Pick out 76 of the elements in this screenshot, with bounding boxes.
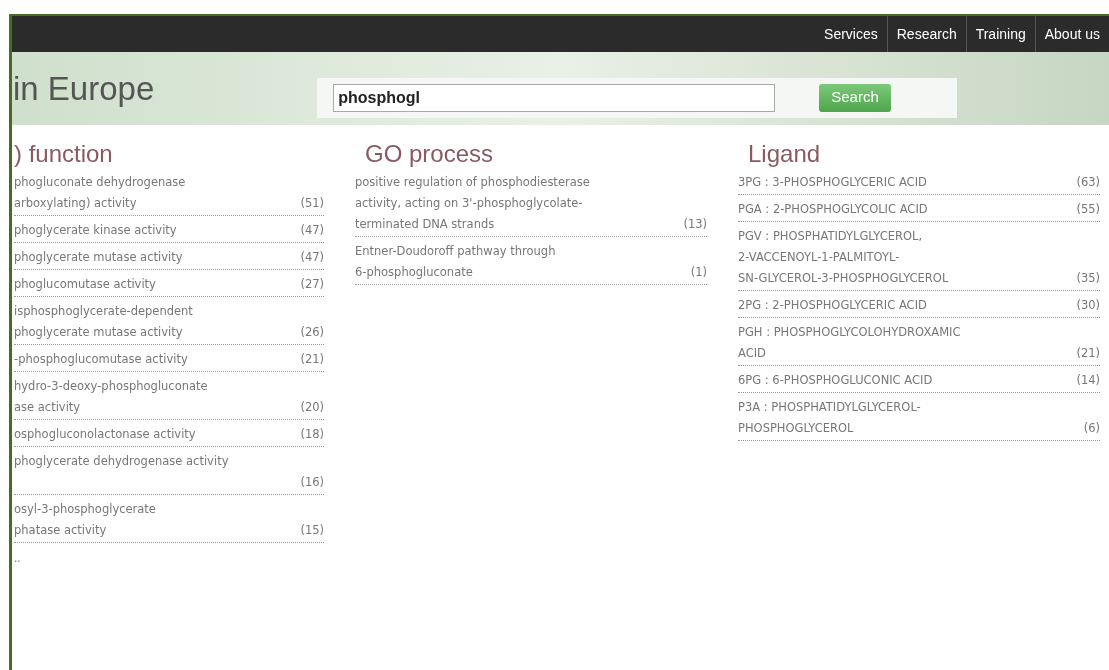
- item-count: (55): [1076, 201, 1100, 218]
- more-link[interactable]: ..: [14, 549, 324, 567]
- result-item[interactable]: 2PG : 2-PHOSPHOGLYCERIC ACID (30): [738, 291, 1100, 318]
- result-item[interactable]: osphogluconolactonase activity (18): [14, 420, 324, 447]
- result-item[interactable]: phoglycerate kinase activity (47): [14, 216, 324, 243]
- item-label: PGH : PHOSPHOGLYCOLOHYDROXAMIC: [738, 324, 961, 341]
- column-heading: Ligand: [748, 141, 822, 167]
- item-label: PGV : PHOSPHATIDYLGLYCEROL,: [738, 228, 923, 245]
- item-count: (15): [300, 522, 324, 539]
- item-count: (13): [683, 216, 707, 233]
- item-count: (21): [1076, 345, 1100, 362]
- item-count: (16): [300, 474, 324, 491]
- item-label: phoglycerate mutase activity: [14, 324, 183, 341]
- item-count: (14): [1076, 372, 1100, 389]
- item-label: hydro-3-deoxy-phosphogluconate: [14, 378, 208, 395]
- item-count: (6): [1083, 420, 1100, 437]
- result-item[interactable]: phogluconate dehydrogenase arboxylating) activity (51): [14, 168, 324, 216]
- item-label: 6-phosphogluconate: [355, 264, 473, 281]
- result-item[interactable]: phoglucomutase activity (27): [14, 270, 324, 297]
- item-label: positive regulation of phosphodiesterase: [355, 174, 590, 191]
- result-item[interactable]: osyl-3-phosphoglycerate phatase activity (15): [14, 495, 324, 543]
- item-count: (18): [300, 426, 324, 443]
- result-item[interactable]: PGA : 2-PHOSPHOGLYCOLIC ACID (55): [738, 195, 1100, 222]
- item-label: phoglucomutase activity: [14, 276, 156, 293]
- result-item[interactable]: 6PG : 6-PHOSPHOGLUCONIC ACID (14): [738, 366, 1100, 393]
- item-count: (26): [300, 324, 324, 341]
- item-label: 6PG : 6-PHOSPHOGLUCONIC ACID: [738, 372, 933, 389]
- item-count: (47): [300, 222, 324, 239]
- item-count: (1): [690, 264, 707, 281]
- item-label: osphogluconolactonase activity: [14, 426, 196, 443]
- item-label: SN-GLYCEROL-3-PHOSPHOGLYCEROL: [738, 270, 949, 287]
- item-count: (51): [300, 195, 324, 212]
- item-label: osyl-3-phosphoglycerate: [14, 501, 156, 518]
- item-count: (47): [300, 249, 324, 266]
- item-label: 2PG : 2-PHOSPHOGLYCERIC ACID: [738, 297, 927, 314]
- result-item[interactable]: phoglycerate mutase activity (47): [14, 243, 324, 270]
- result-item[interactable]: 3PG : 3-PHOSPHOGLYCERIC ACID (63): [738, 168, 1100, 195]
- result-item[interactable]: hydro-3-deoxy-phosphogluconate ase activity (20): [14, 372, 324, 420]
- item-label: phoglycerate mutase activity: [14, 249, 183, 266]
- item-label: ACID: [738, 345, 766, 362]
- item-label: Entner-Doudoroff pathway through: [355, 243, 556, 260]
- result-item[interactable]: P3A : PHOSPHATIDYLGLYCEROL- PHOSPHOGLYCEROL (6): [738, 393, 1100, 441]
- item-label: arboxylating) activity: [14, 195, 137, 212]
- result-item[interactable]: isphosphoglycerate-dependent phoglycerate mutase activity (26): [14, 297, 324, 345]
- result-item[interactable]: Entner-Doudoroff pathway through 6-phosphogluconate (1): [355, 237, 707, 285]
- item-label: -phosphoglucomutase activity: [14, 351, 188, 368]
- result-item[interactable]: phoglycerate dehydrogenase activity (16): [14, 447, 324, 495]
- item-count: (35): [1076, 270, 1100, 287]
- result-item[interactable]: positive regulation of phosphodiesterase activity, acting on 3'-phosphoglycolate- terminated DNA strands (13): [355, 168, 707, 237]
- column-heading: ) function: [14, 141, 114, 167]
- item-label: phatase activity: [14, 522, 107, 539]
- item-count: (20): [300, 399, 324, 416]
- item-label: ase activity: [14, 399, 81, 416]
- search-field[interactable]: phosphogl: [333, 83, 776, 112]
- item-count: (63): [1076, 174, 1100, 191]
- item-label: activity, acting on 3'-phosphoglycolate-: [355, 195, 583, 212]
- search-button[interactable]: Search: [819, 83, 891, 112]
- item-label: phoglycerate kinase activity: [14, 222, 177, 239]
- item-label: terminated DNA strands: [355, 216, 495, 233]
- item-label: P3A : PHOSPHATIDYLGLYCEROL-: [738, 399, 921, 416]
- site-title: in Europe: [13, 68, 155, 109]
- item-label: phogluconate dehydrogenase: [14, 174, 186, 191]
- item-label: PGA : 2-PHOSPHOGLYCOLIC ACID: [738, 201, 928, 218]
- result-item[interactable]: PGH : PHOSPHOGLYCOLOHYDROXAMIC ACID (21): [738, 318, 1100, 366]
- column-heading: GO process: [365, 141, 495, 167]
- item-label: 2-VACCENOYL-1-PALMITOYL-: [738, 249, 900, 266]
- nav-link[interactable]: Services: [815, 16, 887, 52]
- item-label: PHOSPHOGLYCEROL: [738, 420, 854, 437]
- item-count: (30): [1076, 297, 1100, 314]
- item-label: isphosphoglycerate-dependent: [14, 303, 193, 320]
- item-count: (27): [300, 276, 324, 293]
- result-item[interactable]: PGV : PHOSPHATIDYLGLYCEROL, 2-VACCENOYL-1-PALMITOYL- SN-GLYCEROL-3-PHOSPHOGLYCEROL (35): [738, 222, 1100, 291]
- item-label: phoglycerate dehydrogenase activity: [14, 453, 229, 470]
- item-count: (21): [300, 351, 324, 368]
- result-item[interactable]: -phosphoglucomutase activity (21): [14, 345, 324, 372]
- item-label: 3PG : 3-PHOSPHOGLYCERIC ACID: [738, 174, 927, 191]
